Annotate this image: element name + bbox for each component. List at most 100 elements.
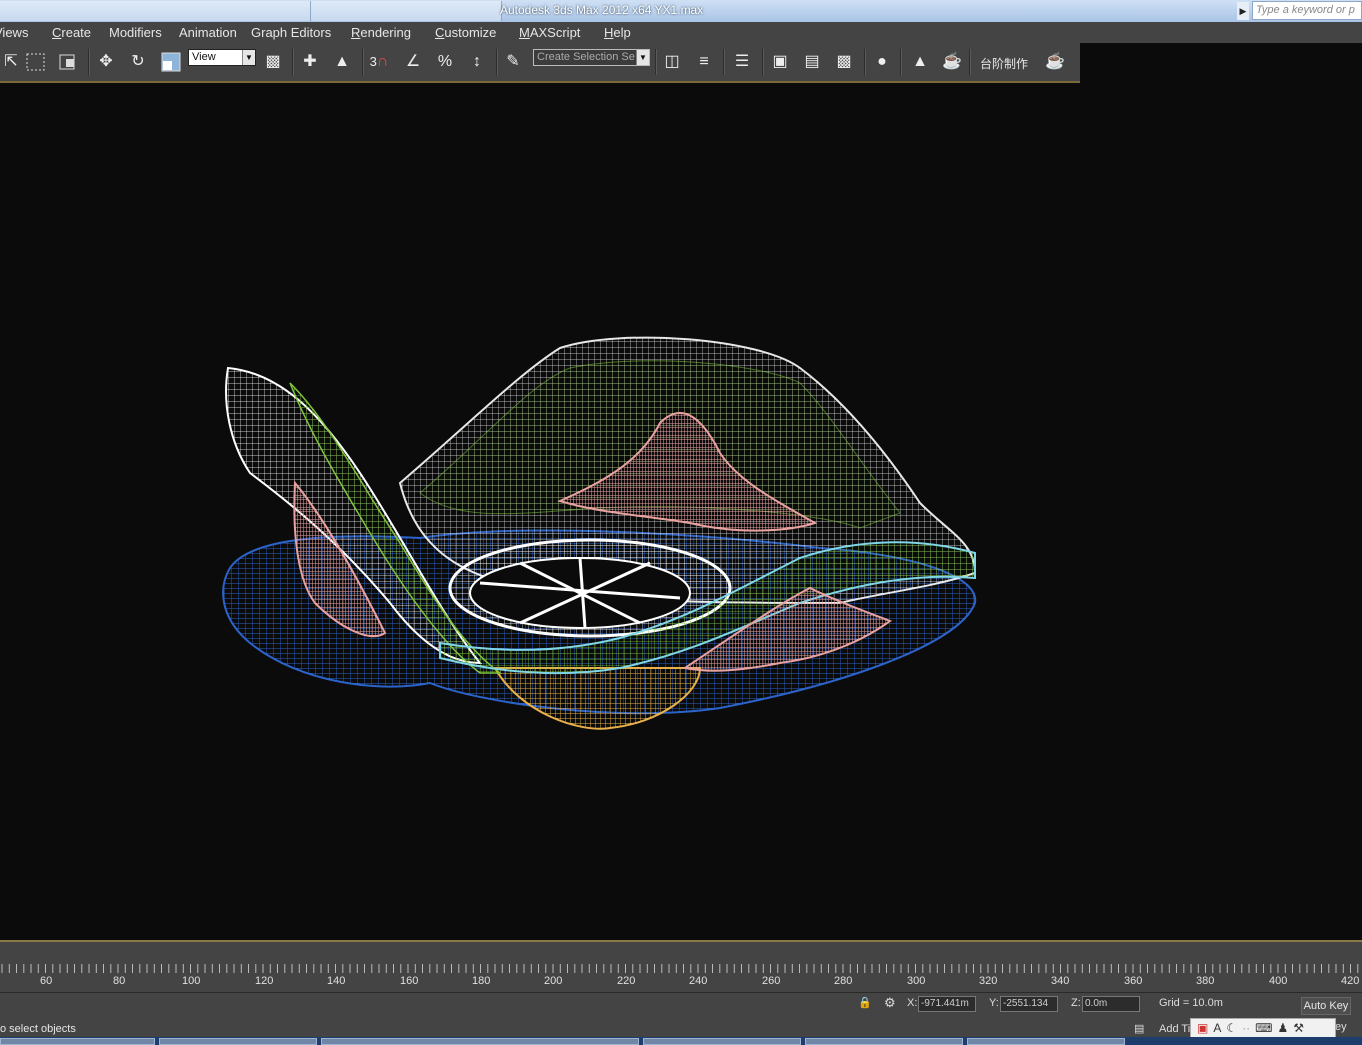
render-icon[interactable]: ☕ — [1044, 51, 1066, 73]
tick-label: 160 — [400, 975, 419, 987]
rendered-frame-icon[interactable]: ☕ — [941, 51, 963, 73]
title-bar: Autodesk 3ds Max 2012 x64 YX1.max ▶ Type… — [0, 0, 1362, 22]
tick-label: 200 — [544, 975, 563, 987]
tick-label: 280 — [834, 975, 853, 987]
tick-label: 180 — [472, 975, 491, 987]
ime-toolbar: ▣ A ☾ ·· ⌨ ♟ ⚒ — [1190, 1018, 1336, 1038]
move-icon[interactable]: ✥ — [95, 51, 117, 73]
tick-label: 380 — [1196, 975, 1215, 987]
pivot-icon[interactable]: ▩ — [262, 51, 284, 73]
named-selection-value: Create Selection Se — [537, 51, 635, 63]
x-coordinate-field[interactable]: -971.441m — [918, 996, 976, 1012]
menu-modifiers[interactable]: Modifiers — [109, 25, 162, 40]
grid-size-display: Grid = 10.0m — [1159, 997, 1223, 1009]
timeline-ticks — [1, 964, 1359, 973]
menu-bar: Views Create Modifiers Animation Graph E… — [0, 22, 1362, 43]
scale-icon[interactable] — [160, 51, 182, 73]
tab-2[interactable] — [311, 1, 502, 21]
separator — [762, 49, 764, 75]
graphite-icon[interactable]: ▣ — [769, 51, 791, 73]
percent-snap-icon[interactable]: % — [434, 51, 456, 73]
browser-tabs — [0, 0, 502, 22]
menu-customize[interactable]: Customize — [435, 25, 496, 40]
keyboard-shortcut-icon[interactable]: ▲ — [331, 51, 353, 73]
chevron-down-icon: ▼ — [242, 50, 255, 65]
separator — [292, 49, 294, 75]
tick-label: 320 — [979, 975, 998, 987]
edit-named-sets-icon[interactable]: ✎ — [502, 51, 524, 73]
set-key-label[interactable]: ey — [1335, 1021, 1347, 1033]
named-selection-dropdown[interactable]: Create Selection Se ▼ — [533, 49, 650, 66]
menu-animation[interactable]: Animation — [179, 25, 237, 40]
curve-editor-icon[interactable]: ▤ — [801, 51, 823, 73]
y-coordinate-field[interactable]: -2551.134 — [1000, 996, 1058, 1012]
status-bar: 🔒 ⚙ X: -971.441m Y: -2551.134 Z: 0.0m Gr… — [0, 992, 1362, 1038]
user-icon[interactable]: ♟ — [1277, 1021, 1288, 1035]
tick-label: 400 — [1269, 975, 1288, 987]
custom-toolbar-label[interactable]: 台阶制作 — [980, 55, 1028, 72]
auto-key-button[interactable]: Auto Key — [1301, 997, 1351, 1015]
tick-label: 100 — [182, 975, 201, 987]
separator — [900, 49, 902, 75]
ime-mode-icon[interactable]: ▣ — [1197, 1021, 1208, 1035]
time-tag-icon[interactable]: ▤ — [1134, 1022, 1144, 1035]
separator — [655, 49, 657, 75]
toolbar-empty-area — [1080, 43, 1362, 82]
perspective-viewport[interactable] — [0, 83, 1362, 940]
window-title: Autodesk 3ds Max 2012 x64 YX1.max — [500, 3, 704, 17]
z-coordinate-field[interactable]: 0.0m — [1082, 996, 1140, 1012]
tick-label: 60 — [40, 975, 53, 987]
tick-label: 120 — [255, 975, 274, 987]
menu-maxscript[interactable]: MAXScript — [519, 25, 580, 40]
taskbar-button[interactable] — [967, 1038, 1125, 1045]
layer-manager-icon[interactable]: ☰ — [731, 51, 753, 73]
tick-label: 140 — [327, 975, 346, 987]
chevron-right-icon[interactable]: ▶ — [1237, 2, 1249, 20]
yellow-bowl-mesh — [493, 667, 702, 730]
dots-icon: ·· — [1242, 1021, 1251, 1035]
font-icon[interactable]: A — [1213, 1021, 1221, 1035]
taskbar-button[interactable] — [159, 1038, 317, 1045]
prompt-line: o select objects — [0, 1023, 76, 1035]
taskbar-button[interactable] — [321, 1038, 639, 1045]
separator — [723, 49, 725, 75]
tick-label: 300 — [907, 975, 926, 987]
select-manipulate-icon[interactable]: ✚ — [299, 51, 321, 73]
mirror-icon[interactable]: ◫ — [661, 51, 683, 73]
tick-label: 260 — [762, 975, 781, 987]
taskbar-button[interactable] — [0, 1038, 155, 1045]
angle-snap-icon[interactable]: ∠ — [402, 51, 424, 73]
menu-views[interactable]: Views — [0, 25, 28, 40]
main-toolbar: ⇱ ✥ ↻ View ▼ ▩ ✚ ▲ 3∩ ∠ % ↕ ✎ Create Sele… — [0, 43, 1080, 82]
snap-icon[interactable]: 3∩ — [368, 51, 390, 73]
z-label: Z: — [1071, 997, 1081, 1009]
track-bar[interactable]: 60 80 100 120 140 160 180 200 220 240 26… — [0, 942, 1362, 992]
absolute-mode-icon[interactable]: ⚙ — [884, 995, 896, 1011]
wrench-icon[interactable]: ⚒ — [1293, 1021, 1304, 1035]
spinner-snap-icon[interactable]: ↕ — [466, 51, 488, 73]
rotate-icon[interactable]: ↻ — [127, 51, 149, 73]
taskbar-button[interactable] — [643, 1038, 801, 1045]
separator — [496, 49, 498, 75]
material-editor-icon[interactable]: ● — [871, 51, 893, 73]
align-icon[interactable]: ≡ — [693, 51, 715, 73]
taskbar-button[interactable] — [805, 1038, 963, 1045]
moon-icon[interactable]: ☾ — [1226, 1021, 1237, 1035]
rect-region-icon[interactable] — [25, 51, 47, 73]
lock-icon[interactable]: 🔒 — [858, 996, 872, 1009]
window-crossing-icon[interactable] — [57, 51, 79, 73]
reference-coord-dropdown[interactable]: View ▼ — [188, 49, 256, 66]
schematic-icon[interactable]: ▩ — [833, 51, 855, 73]
render-setup-icon[interactable]: ▲ — [909, 51, 931, 73]
menu-create[interactable]: Create — [52, 25, 91, 40]
menu-help[interactable]: Help — [604, 25, 631, 40]
tick-label: 80 — [113, 975, 126, 987]
tab-1[interactable] — [0, 1, 311, 21]
menu-rendering[interactable]: Rendering — [351, 25, 411, 40]
select-icon[interactable]: ⇱ — [0, 51, 22, 73]
add-time-tag-label[interactable]: Add Ti — [1159, 1023, 1190, 1035]
search-input[interactable]: Type a keyword or p — [1252, 1, 1362, 20]
keyboard-icon[interactable]: ⌨ — [1255, 1021, 1272, 1035]
menu-graph-editors[interactable]: Graph Editors — [251, 25, 331, 40]
tick-label: 420 — [1341, 975, 1360, 987]
